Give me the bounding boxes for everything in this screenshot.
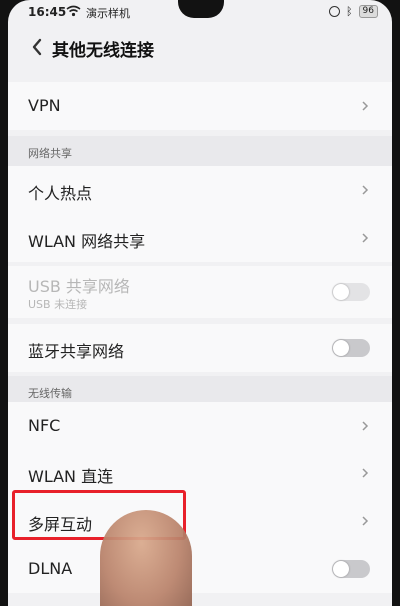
list-item-wlan-direct[interactable]: WLAN 直连 — [8, 449, 392, 497]
battery-icon: 96 — [358, 5, 378, 18]
wlan-share-label: WLAN 网络共享 — [28, 232, 146, 251]
section-label: 无线传输 — [28, 387, 72, 400]
bluetooth-share-label: 蓝牙共享网络 — [28, 342, 125, 361]
back-arrow-icon[interactable] — [26, 35, 50, 59]
usb-status-text: USB 未连接 — [28, 298, 88, 311]
chevron-right-icon — [362, 233, 369, 243]
page-header: 其他无线连接 — [8, 24, 392, 72]
status-time: 16:45 — [28, 5, 67, 19]
chevron-right-icon — [362, 101, 369, 111]
bluetooth-icon: ᛒ — [345, 5, 353, 18]
vpn-label: VPN — [28, 96, 61, 115]
chevron-right-icon — [362, 516, 369, 526]
list-item-dlna[interactable]: DLNA — [8, 545, 392, 593]
alarm-icon — [328, 6, 340, 17]
list-item-vpn[interactable]: VPN — [8, 82, 392, 130]
bluetooth-share-toggle[interactable] — [332, 339, 370, 357]
list-item-nfc[interactable]: NFC — [8, 402, 392, 450]
chevron-right-icon — [362, 185, 369, 195]
dlna-label: DLNA — [28, 559, 73, 578]
nfc-label: NFC — [28, 416, 61, 435]
section-label: 网络共享 — [28, 147, 72, 160]
chevron-right-icon — [362, 421, 369, 431]
chevron-right-icon — [362, 468, 369, 478]
usb-share-label: USB 共享网络 — [28, 277, 130, 296]
list-item-usb-share: USB 共享网络 USB 未连接 — [8, 266, 392, 318]
status-bar: 16:45 演示样机 ᛒ 96 — [8, 0, 392, 24]
usb-share-toggle — [332, 283, 370, 301]
pointing-finger-image — [100, 510, 192, 606]
wlan-direct-label: WLAN 直连 — [28, 467, 114, 486]
dlna-toggle[interactable] — [332, 560, 370, 578]
section-network-share: 网络共享 — [8, 136, 392, 168]
hotspot-label: 个人热点 — [28, 184, 93, 203]
list-item-bluetooth-share[interactable]: 蓝牙共享网络 — [8, 324, 392, 372]
list-item-multiscreen[interactable]: 多屏互动 — [8, 497, 392, 545]
multiscreen-label: 多屏互动 — [28, 515, 93, 534]
wifi-icon — [66, 5, 81, 20]
list-item-hotspot[interactable]: 个人热点 — [8, 166, 392, 214]
camera-notch — [178, 0, 224, 18]
phone-screen: 16:45 演示样机 ᛒ 96 其他无线连接 VPN 网络共享 个人热点 WLA… — [8, 0, 392, 606]
status-right-icons: ᛒ 96 — [328, 5, 378, 18]
page-title: 其他无线连接 — [52, 41, 154, 61]
list-item-wlan-share[interactable]: WLAN 网络共享 — [8, 214, 392, 262]
status-carrier: 演示样机 — [86, 7, 130, 20]
